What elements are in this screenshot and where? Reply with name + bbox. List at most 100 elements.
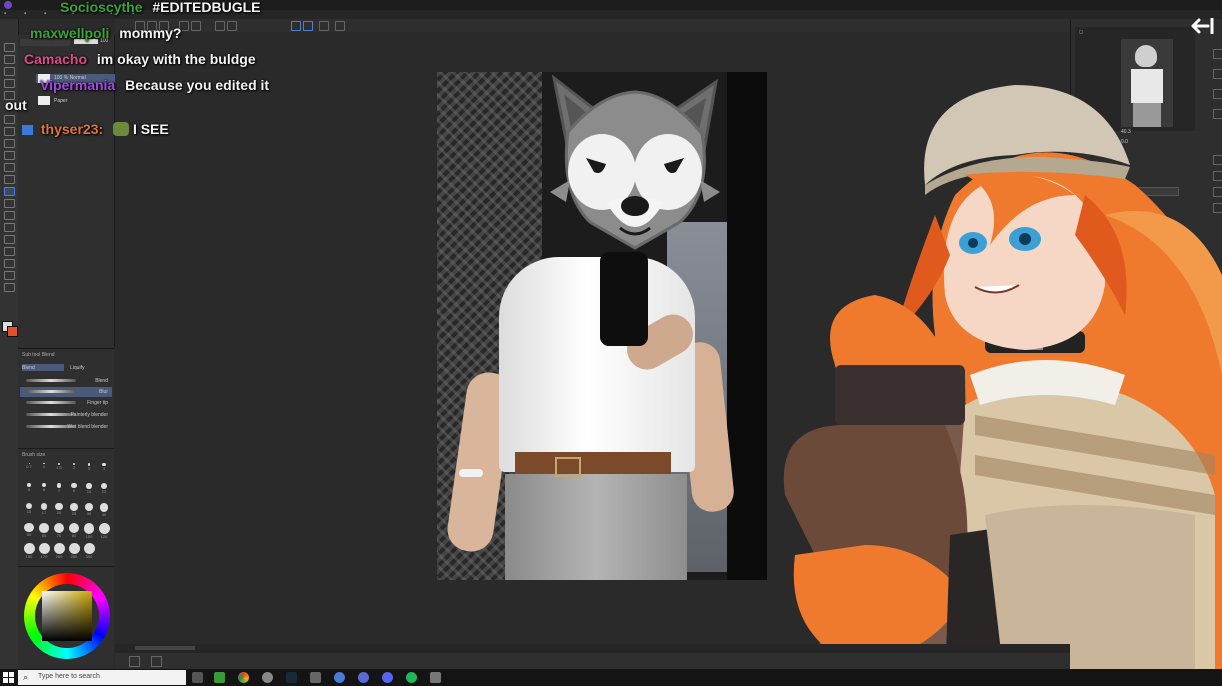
brush-size-dot bbox=[83, 523, 95, 534]
correct-line-tool-icon[interactable] bbox=[4, 283, 15, 292]
stream-chat-overlay: Socioscythe #EDITEDBUGLE maxwellpoli mom… bbox=[0, 0, 320, 150]
chat-text: mommy? bbox=[119, 25, 182, 41]
brush-size-label: 1.5 bbox=[56, 464, 62, 470]
gradient-tool-icon[interactable] bbox=[4, 211, 15, 220]
brush-item[interactable]: Wet blend blender bbox=[20, 422, 112, 432]
xbox-icon[interactable] bbox=[214, 672, 225, 683]
thumbnail-icon[interactable] bbox=[129, 656, 140, 667]
brush-size-option[interactable]: 8 bbox=[67, 483, 81, 493]
windows-start-icon[interactable] bbox=[3, 672, 14, 683]
brush-size-option[interactable]: 2 bbox=[67, 463, 81, 470]
brush-item[interactable]: Finger tip bbox=[20, 398, 112, 408]
brush-size-option[interactable]: 4 bbox=[97, 463, 111, 471]
tab-blend[interactable]: Blend bbox=[22, 364, 64, 371]
person-pants bbox=[505, 474, 687, 580]
brush-size-option[interactable]: 100 bbox=[82, 523, 96, 539]
airbrush-tool-icon[interactable] bbox=[4, 151, 15, 160]
tab-blend-label: Blend bbox=[22, 365, 35, 371]
brush-size-option[interactable]: 200 bbox=[52, 543, 66, 559]
screen: ▪ ▪ ▪ ▪ ▪ ▪ 100 100 % Normal Paper Sub t… bbox=[0, 0, 1222, 686]
chat-username: maxwellpoli bbox=[30, 25, 110, 41]
panel-icon[interactable] bbox=[1213, 49, 1222, 59]
brush-size-option[interactable]: 17 bbox=[37, 503, 51, 515]
decoration-tool-icon[interactable] bbox=[4, 163, 15, 172]
brush-size-option[interactable]: 70 bbox=[52, 523, 66, 538]
brush-stroke-preview bbox=[26, 401, 76, 404]
ruler-icon[interactable] bbox=[335, 21, 345, 31]
brush-size-option[interactable]: 250 bbox=[67, 543, 81, 559]
brush-size-option[interactable]: 15 bbox=[22, 503, 36, 514]
taskbar-search[interactable]: ⌕ Type here to search bbox=[18, 670, 186, 685]
brush-stroke-preview bbox=[26, 390, 76, 393]
brush-name: Wet blend blender bbox=[67, 424, 109, 430]
brush-size-option[interactable]: 7 bbox=[52, 483, 66, 493]
spotify-icon[interactable] bbox=[406, 672, 417, 683]
brush-size-option[interactable]: 10 bbox=[82, 483, 96, 494]
brush-size-option[interactable]: 1 bbox=[37, 463, 51, 469]
zoom-slider[interactable] bbox=[135, 646, 195, 650]
browser-icon[interactable] bbox=[334, 672, 345, 683]
task-view-icon[interactable] bbox=[192, 672, 203, 683]
brush-size-label: 10 bbox=[86, 488, 92, 494]
brush-size-option[interactable]: 40 bbox=[97, 503, 111, 517]
view-icon[interactable] bbox=[151, 656, 162, 667]
figure-tool-icon[interactable] bbox=[4, 223, 15, 232]
brush-size-option[interactable]: 25 bbox=[67, 503, 81, 516]
brush-name: Finger tip bbox=[87, 400, 108, 406]
brush-size-option[interactable]: 60 bbox=[37, 523, 51, 538]
brush-size-label: 120 bbox=[100, 534, 108, 539]
subtool-title: Sub tool Blend bbox=[22, 352, 55, 358]
brush-item[interactable]: Painterly blender bbox=[20, 410, 112, 420]
grid-icon[interactable] bbox=[319, 21, 329, 31]
brush-stroke-preview bbox=[26, 413, 76, 416]
brush-size-option[interactable]: 30 bbox=[82, 503, 96, 516]
chat-text: Because you edited it bbox=[125, 77, 270, 93]
chat-text: I SEE bbox=[132, 121, 169, 137]
steam-icon[interactable] bbox=[286, 672, 297, 683]
brush-size-option[interactable]: 12 bbox=[97, 483, 111, 494]
sub-color-swatch[interactable] bbox=[7, 326, 18, 337]
brush-item[interactable]: Blend bbox=[20, 376, 112, 386]
brush-size-dot bbox=[84, 503, 94, 512]
brush-size-dot bbox=[38, 543, 50, 554]
emote-icon bbox=[113, 122, 130, 136]
search-placeholder: Type here to search bbox=[38, 673, 100, 680]
saturation-value-square[interactable] bbox=[42, 591, 92, 641]
brush-size-label: 4 bbox=[102, 466, 106, 472]
brush-size-option[interactable]: 80 bbox=[67, 523, 81, 538]
brush-size-option[interactable]: 300 bbox=[82, 543, 96, 559]
brush-size-option[interactable]: 1.5 bbox=[52, 463, 66, 470]
obs-icon[interactable] bbox=[262, 672, 273, 683]
text-tool-icon[interactable] bbox=[4, 259, 15, 268]
frame-tool-icon[interactable] bbox=[4, 235, 15, 244]
brush-size-option[interactable]: 170 bbox=[37, 543, 51, 559]
brush-size-option[interactable]: 120 bbox=[97, 523, 111, 539]
brush-size-label: 60 bbox=[41, 532, 47, 538]
brush-size-option[interactable]: 6 bbox=[37, 483, 51, 492]
discord-icon[interactable] bbox=[382, 672, 393, 683]
brush-size-option[interactable]: 3 bbox=[82, 463, 96, 471]
brush-size-option[interactable]: 5 bbox=[22, 483, 36, 492]
ruler-tool-icon[interactable] bbox=[4, 247, 15, 256]
collapse-arrow-icon[interactable] bbox=[1190, 15, 1216, 37]
brush-item[interactable]: Blur bbox=[20, 387, 112, 397]
balloon-tool-icon[interactable] bbox=[4, 271, 15, 280]
blend-tool-icon[interactable] bbox=[4, 187, 15, 196]
folder-icon[interactable] bbox=[310, 672, 321, 683]
brush-size-label: 170 bbox=[40, 554, 48, 559]
fill-tool-icon[interactable] bbox=[4, 199, 15, 208]
chrome-icon[interactable] bbox=[238, 672, 249, 683]
brush-name: Blur bbox=[99, 389, 108, 395]
brush-size-label: 6 bbox=[42, 487, 46, 493]
color-wheel[interactable] bbox=[24, 573, 110, 659]
brush-size-option[interactable]: 150 bbox=[22, 543, 36, 559]
search-icon: ⌕ bbox=[23, 672, 29, 682]
brush-size-option[interactable]: 20 bbox=[52, 503, 66, 515]
app-icon[interactable] bbox=[358, 672, 369, 683]
eraser-tool-icon[interactable] bbox=[4, 175, 15, 184]
tool-app-icon[interactable] bbox=[430, 672, 441, 683]
brush-size-option[interactable]: 50 bbox=[22, 523, 36, 537]
brush-size-option[interactable]: 0.7 bbox=[22, 463, 36, 469]
chat-message: out bbox=[5, 97, 27, 113]
brush-name: Painterly blender bbox=[70, 412, 108, 418]
